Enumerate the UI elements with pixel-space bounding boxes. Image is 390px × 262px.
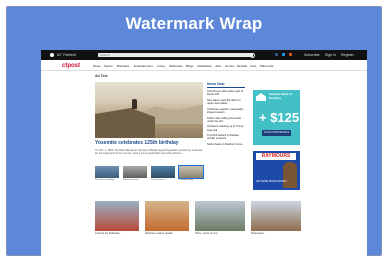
- subscribe-link[interactable]: Subscribe: [304, 50, 320, 60]
- sign-in-link[interactable]: Sign In: [325, 50, 336, 60]
- thumbnail-label: Lake Pictures...: [151, 179, 167, 181]
- news-item[interactable]: Christmas supplies, reasonably-shaped se…: [207, 108, 245, 115]
- hero-image[interactable]: [95, 82, 203, 138]
- website-page: 81° Fairfield Search Subscribe Sign In R…: [41, 50, 367, 257]
- site-logo-icon[interactable]: [50, 53, 54, 57]
- bank-ad[interactable]: Savings Bank of Danbury + $125 CLICK FOR…: [253, 90, 300, 145]
- news-item[interactable]: Stolen bears in Danbury home...: [207, 143, 245, 146]
- story-label: Newtown resident speaks...: [145, 232, 175, 235]
- frame-title: Watermark Wrap: [125, 14, 263, 33]
- thumbnail[interactable]: [95, 166, 119, 178]
- nav-item-entertainment[interactable]: Entertainment: [134, 62, 153, 70]
- nav-item-living[interactable]: Living: [157, 62, 165, 70]
- nav-item-news[interactable]: News: [93, 62, 101, 70]
- news-now-panel: News Now School bus crash closes part of…: [207, 82, 245, 146]
- house-icon: [256, 93, 266, 101]
- ad-amount: + $125: [259, 110, 300, 125]
- bottom-image-row: A look at the Christmas... Newtown resid…: [95, 201, 301, 235]
- twitter-icon[interactable]: [282, 53, 285, 56]
- thumbnail-label: Mountain Road...: [123, 179, 140, 181]
- news-item[interactable]: School bus crash closes part of Route 13…: [207, 90, 245, 97]
- ad-cta-button[interactable]: CLICK FOR DETAILS: [262, 130, 291, 136]
- brand-logo[interactable]: ctpost: [62, 62, 80, 70]
- nav-item-jobs[interactable]: Jobs: [215, 62, 221, 70]
- story-image[interactable]: [251, 201, 301, 231]
- register-link[interactable]: Register: [341, 50, 354, 60]
- story-image[interactable]: [95, 201, 139, 231]
- thumbnail[interactable]: [123, 166, 147, 178]
- thumbnail-label: New Haven Holiday...: [95, 179, 116, 181]
- top-bar: 81° Fairfield Search Subscribe Sign In R…: [41, 50, 367, 60]
- bank-name: Savings Bank of Danbury: [269, 92, 293, 100]
- hero-caption[interactable]: Yosemite celebrates 125th birthday: [95, 140, 179, 146]
- main-nav: ctpost News Sports Business Entertainmen…: [41, 62, 367, 71]
- news-item[interactable]: Accidents catching up to Trump, says pol…: [207, 125, 245, 132]
- nav-item-rentals[interactable]: Rentals: [237, 62, 247, 70]
- thumbnail-strip: New Haven Holiday... Mountain Road... La…: [95, 165, 204, 182]
- news-now-header: News Now: [207, 82, 245, 88]
- wrap-frame: Watermark Wrap 81° Fairfield Search Subs…: [6, 6, 382, 257]
- nav-item-classifieds[interactable]: Classifieds: [197, 62, 212, 70]
- thumbnail-selected[interactable]: [178, 165, 204, 179]
- news-item[interactable]: Trumbull student in Meriden murder suspe…: [207, 134, 245, 141]
- thumbnail-label: Yosemite bday: [179, 179, 194, 181]
- news-item[interactable]: New Haven gets $3 million to repair stor…: [207, 99, 245, 106]
- nav-item-place-ads[interactable]: Place Ads: [260, 62, 273, 70]
- nav-item-business[interactable]: Business: [117, 62, 129, 70]
- thumbnail[interactable]: [151, 166, 175, 178]
- nav-item-homes[interactable]: Homes: [225, 62, 235, 70]
- rss-icon[interactable]: [289, 53, 292, 56]
- story-label: Dubai tower...: [251, 232, 266, 235]
- story-image[interactable]: [195, 201, 245, 231]
- nav-item-cars[interactable]: Cars: [250, 62, 256, 70]
- story-label: A look at the Christmas...: [95, 232, 122, 235]
- story-label: Home, rooms of new...: [195, 232, 219, 235]
- nav-item-blogs[interactable]: Blogs: [186, 62, 194, 70]
- furniture-ad-text: GET MORE ROOM SAVINGS: [256, 181, 287, 183]
- content-area: Ad Text Yosemite celebrates 125th birthd…: [94, 71, 301, 257]
- hero-person: [132, 99, 137, 109]
- furniture-ad[interactable]: RAYMOURS GET MORE ROOM SAVINGS: [253, 151, 300, 190]
- nav-item-obituaries[interactable]: Obituaries: [169, 62, 183, 70]
- hero-description: On Oct. 1, 1890, President Benjamin Harr…: [95, 149, 203, 156]
- nav-item-sports[interactable]: Sports: [104, 62, 113, 70]
- furniture-brand: RAYMOURS: [256, 153, 296, 160]
- news-item[interactable]: Police: Man selling chemicals under the …: [207, 117, 245, 124]
- ad-person-image: [283, 162, 297, 188]
- search-icon[interactable]: [250, 53, 255, 58]
- search-input[interactable]: Search: [98, 53, 253, 57]
- ad-label: Ad Text: [95, 74, 108, 78]
- facebook-icon[interactable]: [275, 53, 278, 56]
- weather-text[interactable]: 81° Fairfield: [57, 50, 76, 60]
- story-image[interactable]: [145, 201, 189, 231]
